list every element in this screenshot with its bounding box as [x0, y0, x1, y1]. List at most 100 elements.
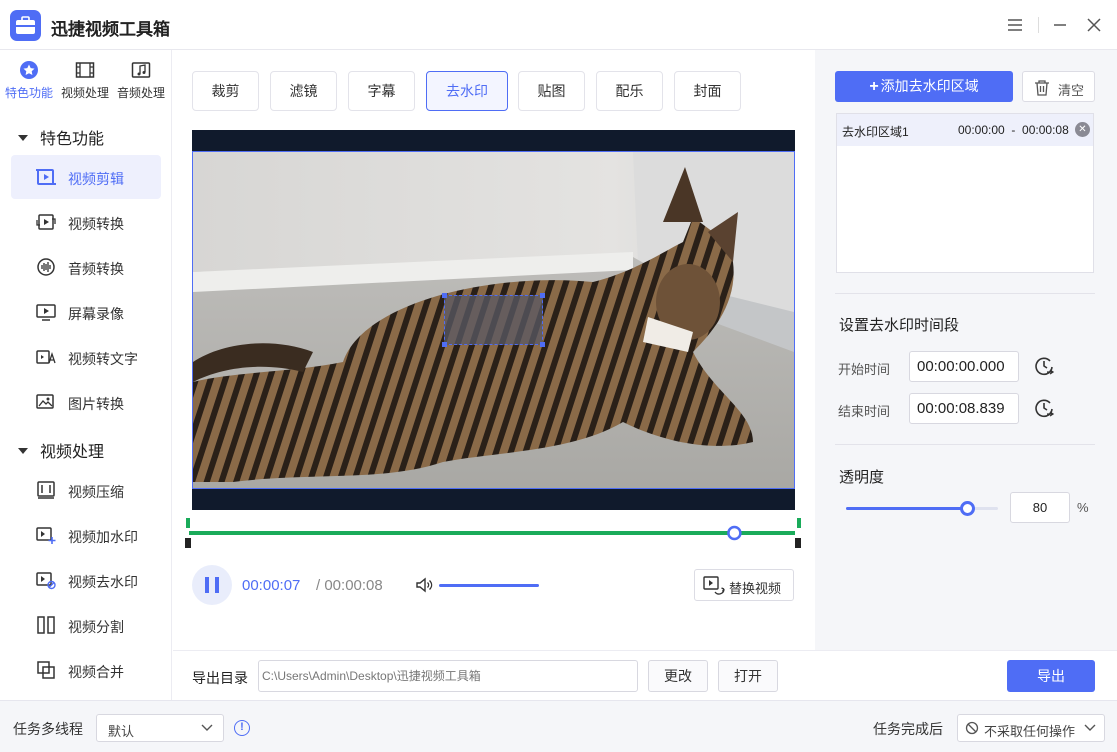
sidebar-item-label: 视频剪辑 [68, 171, 124, 187]
playhead-handle[interactable] [727, 525, 742, 541]
sidebar-item-label: 视频分割 [68, 619, 124, 635]
end-time-label: 结束时间 [838, 404, 891, 419]
timeline-start-marker[interactable] [186, 518, 190, 528]
open-dir-button[interactable]: 打开 [718, 660, 778, 692]
group-featured-label: 特色功能 [40, 131, 105, 148]
replace-video-label: 替换视频 [729, 581, 782, 596]
sidebar-item-image-convert[interactable]: 图片转换 [11, 380, 161, 424]
sidebar-item-label: 音频转换 [68, 261, 124, 277]
opacity-slider-thumb[interactable] [960, 501, 975, 516]
image-convert-icon [36, 394, 54, 409]
status-bar: 任务多线程 默认 ! 任务完成后 不采取任何操作 [0, 700, 1117, 752]
video-cut-icon [36, 169, 56, 185]
watermark-region-list: 去水印区域1 00:00:00 - 00:00:08 ✕ [836, 113, 1094, 273]
opacity-input[interactable]: 80 [1010, 492, 1070, 523]
group-video-processing[interactable]: 视频处理 [18, 438, 104, 462]
volume-icon[interactable] [414, 575, 434, 595]
start-time-input[interactable]: 00:00:00.000 [909, 351, 1019, 382]
chevron-down-icon [201, 724, 213, 731]
sidebar-item-video-split[interactable]: 视频分割 [11, 603, 161, 647]
export-dir-label: 导出目录 [192, 670, 248, 686]
after-task-select[interactable]: 不采取任何操作 [957, 714, 1105, 742]
export-path-input[interactable]: C:\Users\Admin\Desktop\迅捷视频工具箱 [258, 660, 638, 692]
sidebar-item-label: 视频转文字 [68, 351, 138, 367]
tab-video-processing[interactable]: 视频处理 [57, 60, 113, 104]
editor-main: 裁剪 滤镜 字幕 去水印 贴图 配乐 封面 00:00:07 / 00:00:0… [173, 50, 814, 650]
sidebar-item-video-merge[interactable]: 视频合并 [11, 648, 161, 692]
pause-icon [205, 577, 219, 593]
sidebar-item-video-compress[interactable]: 视频压缩 [11, 468, 161, 512]
video-preview [192, 130, 795, 510]
after-task-label: 任务完成后 [873, 721, 943, 737]
resize-handle[interactable] [540, 293, 545, 298]
app-logo-icon [10, 10, 41, 41]
threads-select[interactable]: 默认 [96, 714, 224, 742]
sidebar-item-screen-record[interactable]: 屏幕录像 [11, 290, 161, 334]
add-watermark-icon [36, 527, 56, 544]
sidebar-item-video-to-text[interactable]: 视频转文字 [11, 335, 161, 379]
tab-music[interactable]: 配乐 [596, 71, 663, 111]
sidebar-item-video-edit[interactable]: 视频剪辑 [11, 155, 161, 199]
sidebar-item-add-watermark[interactable]: 视频加水印 [11, 513, 161, 557]
clear-button[interactable]: 清空 [1022, 71, 1095, 102]
plus-icon: + [869, 78, 879, 95]
tab-crop[interactable]: 裁剪 [192, 71, 259, 111]
title-bar: 迅捷视频工具箱 [0, 0, 1117, 50]
timeline-start-handle[interactable] [185, 538, 191, 548]
close-icon[interactable] [1083, 14, 1105, 36]
minimize-icon[interactable] [1049, 14, 1071, 36]
change-dir-button[interactable]: 更改 [648, 660, 708, 692]
sidebar-item-remove-watermark[interactable]: 视频去水印 [11, 558, 161, 602]
menu-icon[interactable] [1004, 14, 1026, 36]
remove-region-icon[interactable]: ✕ [1075, 122, 1090, 137]
opacity-slider[interactable] [846, 501, 998, 516]
tab-remove-watermark[interactable]: 去水印 [426, 71, 508, 111]
replace-video-button[interactable]: 替换视频 [694, 569, 794, 601]
add-region-label: 添加去水印区域 [880, 78, 979, 94]
star-icon [20, 61, 38, 79]
list-item[interactable]: 去水印区域1 00:00:00 - 00:00:08 ✕ [837, 114, 1093, 146]
info-icon[interactable]: ! [234, 720, 250, 736]
divider [835, 444, 1095, 445]
tab-filter[interactable]: 滤镜 [270, 71, 337, 111]
tab-audio-processing[interactable]: 音频处理 [113, 60, 169, 104]
resize-handle[interactable] [442, 293, 447, 298]
add-watermark-region-button[interactable]: + 添加去水印区域 [835, 71, 1013, 102]
sidebar-item-audio-convert[interactable]: 音频转换 [11, 245, 161, 289]
trash-icon [1035, 80, 1049, 96]
region-time-range: 00:00:00 - 00:00:08 [958, 123, 1069, 137]
sidebar: 特色功能 视频处理 音频处理 特色功能 视频剪辑 视频转换 音频转换 屏幕录像 … [0, 50, 172, 700]
timeline-end-handle[interactable] [795, 538, 801, 548]
opacity-unit: % [1077, 500, 1089, 515]
resize-handle[interactable] [442, 342, 447, 347]
tab-subtitle[interactable]: 字幕 [348, 71, 415, 111]
timeline[interactable] [185, 518, 803, 548]
total-time: / 00:00:08 [316, 577, 383, 594]
end-time-input[interactable]: 00:00:08.839 [909, 393, 1019, 424]
pause-button[interactable] [192, 565, 232, 605]
title-separator [1038, 17, 1039, 33]
timeline-range-bar [189, 531, 795, 535]
tab-sticker[interactable]: 贴图 [518, 71, 585, 111]
sidebar-item-video-convert[interactable]: 视频转换 [11, 200, 161, 244]
audio-wave-icon [37, 258, 55, 276]
current-time: 00:00:07 [242, 577, 301, 594]
volume-slider[interactable] [439, 584, 539, 587]
set-end-clock-icon[interactable] [1033, 397, 1055, 419]
sidebar-item-label: 视频去水印 [68, 574, 138, 590]
resize-handle[interactable] [540, 342, 545, 347]
tab-featured-label: 特色功能 [4, 86, 53, 100]
threads-label: 任务多线程 [13, 721, 83, 737]
clear-label: 清空 [1058, 83, 1085, 98]
group-featured[interactable]: 特色功能 [18, 125, 104, 149]
set-start-clock-icon[interactable] [1033, 355, 1055, 377]
region-name: 去水印区域1 [842, 125, 909, 139]
replace-video-icon [703, 576, 725, 595]
tab-cover[interactable]: 封面 [674, 71, 741, 111]
watermark-selection-box[interactable] [442, 293, 545, 347]
export-button[interactable]: 导出 [1007, 660, 1095, 692]
timeline-end-marker[interactable] [797, 518, 801, 528]
tab-featured[interactable]: 特色功能 [1, 60, 57, 104]
remove-watermark-icon [36, 572, 56, 590]
sidebar-item-label: 图片转换 [68, 396, 124, 412]
